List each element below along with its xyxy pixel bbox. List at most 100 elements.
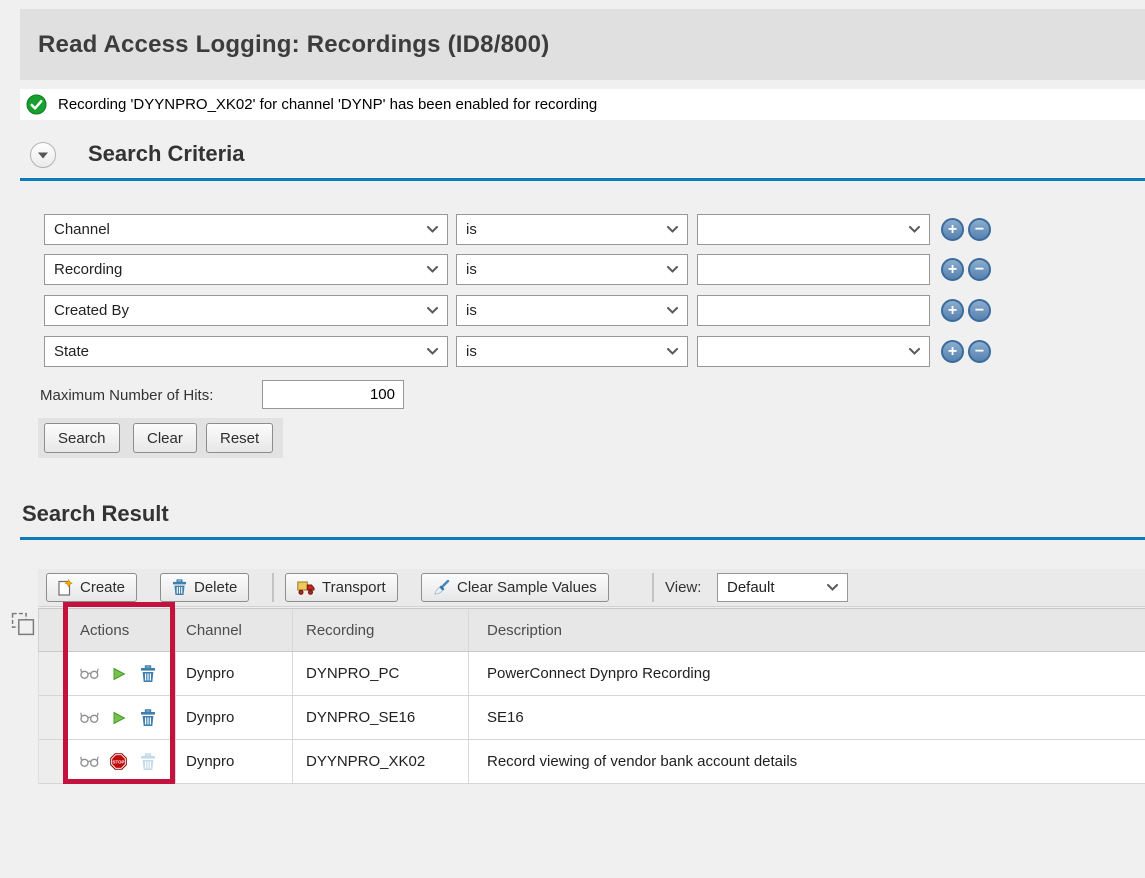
filter-value-input[interactable] bbox=[697, 295, 930, 326]
max-hits-input[interactable] bbox=[262, 380, 404, 409]
remove-row-button[interactable]: − bbox=[968, 299, 991, 322]
create-button-label: Create bbox=[80, 579, 125, 596]
criteria-button-strip: Search Clear Reset bbox=[38, 418, 283, 458]
column-header-recording[interactable]: Recording bbox=[293, 609, 469, 651]
new-document-star-icon bbox=[58, 579, 73, 596]
display-icon[interactable] bbox=[80, 708, 99, 727]
section-divider bbox=[20, 537, 1145, 540]
chevron-down-icon bbox=[909, 226, 920, 233]
filter-operator-select[interactable]: is bbox=[456, 336, 688, 367]
chevron-down-icon bbox=[667, 266, 678, 273]
filter-operator-label: is bbox=[466, 302, 477, 319]
actions-cell bbox=[64, 652, 176, 695]
search-button[interactable]: Search bbox=[44, 423, 120, 453]
filter-field-label: Channel bbox=[54, 221, 110, 238]
clear-button[interactable]: Clear bbox=[133, 423, 197, 453]
reset-button[interactable]: Reset bbox=[206, 423, 273, 453]
filter-operator-label: is bbox=[466, 343, 477, 360]
add-row-button[interactable]: + bbox=[941, 258, 964, 281]
max-hits-label: Maximum Number of Hits: bbox=[40, 387, 213, 404]
row-selector-cell[interactable] bbox=[39, 652, 64, 695]
chevron-down-icon bbox=[427, 226, 438, 233]
filter-operator-label: is bbox=[466, 261, 477, 278]
filter-value-select[interactable] bbox=[697, 214, 930, 245]
filter-row-channel: Channel is + − bbox=[0, 214, 1145, 245]
select-all-header-cell[interactable] bbox=[39, 609, 64, 651]
triangle-down-icon bbox=[38, 152, 48, 159]
collapse-section-button[interactable] bbox=[30, 142, 56, 168]
actions-cell: STOP bbox=[64, 740, 176, 783]
toolbar-separator bbox=[272, 573, 274, 602]
row-selector-cell[interactable] bbox=[39, 696, 64, 739]
clear-sample-values-button[interactable]: Clear Sample Values bbox=[421, 573, 609, 602]
success-check-icon bbox=[26, 94, 47, 115]
channel-cell: Dynpro bbox=[176, 696, 293, 739]
create-button[interactable]: Create bbox=[46, 573, 137, 602]
delete-icon[interactable] bbox=[138, 664, 157, 683]
filter-operator-label: is bbox=[466, 221, 477, 238]
filter-field-select[interactable]: Recording bbox=[44, 254, 448, 285]
trash-icon bbox=[172, 579, 187, 596]
chevron-down-icon bbox=[427, 348, 438, 355]
start-icon[interactable] bbox=[109, 708, 128, 727]
chevron-down-icon bbox=[667, 307, 678, 314]
filter-field-label: State bbox=[54, 343, 89, 360]
chevron-down-icon bbox=[667, 226, 678, 233]
page-title-bar: Read Access Logging: Recordings (ID8/800… bbox=[20, 9, 1145, 80]
toolbar-separator bbox=[652, 573, 654, 602]
filter-field-select[interactable]: State bbox=[44, 336, 448, 367]
view-select-value: Default bbox=[727, 579, 775, 596]
column-header-description[interactable]: Description bbox=[469, 609, 1145, 651]
delete-button-label: Delete bbox=[194, 579, 237, 596]
filter-operator-select[interactable]: is bbox=[456, 295, 688, 326]
channel-cell: Dynpro bbox=[176, 740, 293, 783]
delete-button[interactable]: Delete bbox=[160, 573, 249, 602]
remove-row-button[interactable]: − bbox=[968, 340, 991, 363]
stop-icon[interactable]: STOP bbox=[109, 752, 128, 771]
remove-row-button[interactable]: − bbox=[968, 218, 991, 241]
table-row: Dynpro DYNPRO_SE16 SE16 bbox=[38, 696, 1145, 740]
svg-text:STOP: STOP bbox=[113, 759, 125, 764]
chevron-down-icon bbox=[427, 307, 438, 314]
chevron-down-icon bbox=[827, 584, 838, 591]
search-criteria-title: Search Criteria bbox=[88, 141, 245, 167]
description-cell: PowerConnect Dynpro Recording bbox=[469, 652, 1145, 695]
filter-value-input[interactable] bbox=[697, 254, 930, 285]
result-table-header: Actions Channel Recording Description bbox=[38, 608, 1145, 652]
brush-icon bbox=[433, 580, 450, 596]
recording-cell: DYNPRO_PC bbox=[293, 652, 469, 695]
filter-field-select[interactable]: Created By bbox=[44, 295, 448, 326]
select-all-icon[interactable] bbox=[11, 612, 36, 637]
filter-operator-select[interactable]: is bbox=[456, 254, 688, 285]
add-row-button[interactable]: + bbox=[941, 340, 964, 363]
start-icon[interactable] bbox=[109, 664, 128, 683]
clear-sample-values-label: Clear Sample Values bbox=[457, 579, 597, 596]
actions-cell bbox=[64, 696, 176, 739]
view-label: View: bbox=[665, 579, 701, 596]
filter-row-state: State is + − bbox=[0, 336, 1145, 367]
filter-field-select[interactable]: Channel bbox=[44, 214, 448, 245]
display-icon[interactable] bbox=[80, 752, 99, 771]
search-result-title: Search Result bbox=[22, 501, 169, 527]
description-cell: SE16 bbox=[469, 696, 1145, 739]
add-row-button[interactable]: + bbox=[941, 218, 964, 241]
transport-button[interactable]: Transport bbox=[285, 573, 398, 602]
filter-row-created-by: Created By is + − bbox=[0, 295, 1145, 326]
filter-field-label: Recording bbox=[54, 261, 122, 278]
view-select[interactable]: Default bbox=[717, 573, 848, 602]
row-selector-cell[interactable] bbox=[39, 740, 64, 783]
add-row-button[interactable]: + bbox=[941, 299, 964, 322]
table-row: STOP Dynpro DYYNPRO_XK02 Record viewing … bbox=[38, 740, 1145, 784]
filter-operator-select[interactable]: is bbox=[456, 214, 688, 245]
chevron-down-icon bbox=[667, 348, 678, 355]
remove-row-button[interactable]: − bbox=[968, 258, 991, 281]
display-icon[interactable] bbox=[80, 664, 99, 683]
chevron-down-icon bbox=[909, 348, 920, 355]
column-header-channel[interactable]: Channel bbox=[176, 609, 293, 651]
section-divider bbox=[20, 178, 1145, 181]
column-header-actions[interactable]: Actions bbox=[64, 609, 176, 651]
result-toolbar: Create Delete Transport bbox=[38, 569, 1145, 607]
filter-value-select[interactable] bbox=[697, 336, 930, 367]
delete-icon[interactable] bbox=[138, 708, 157, 727]
read-access-logging-page: Read Access Logging: Recordings (ID8/800… bbox=[0, 0, 1145, 878]
